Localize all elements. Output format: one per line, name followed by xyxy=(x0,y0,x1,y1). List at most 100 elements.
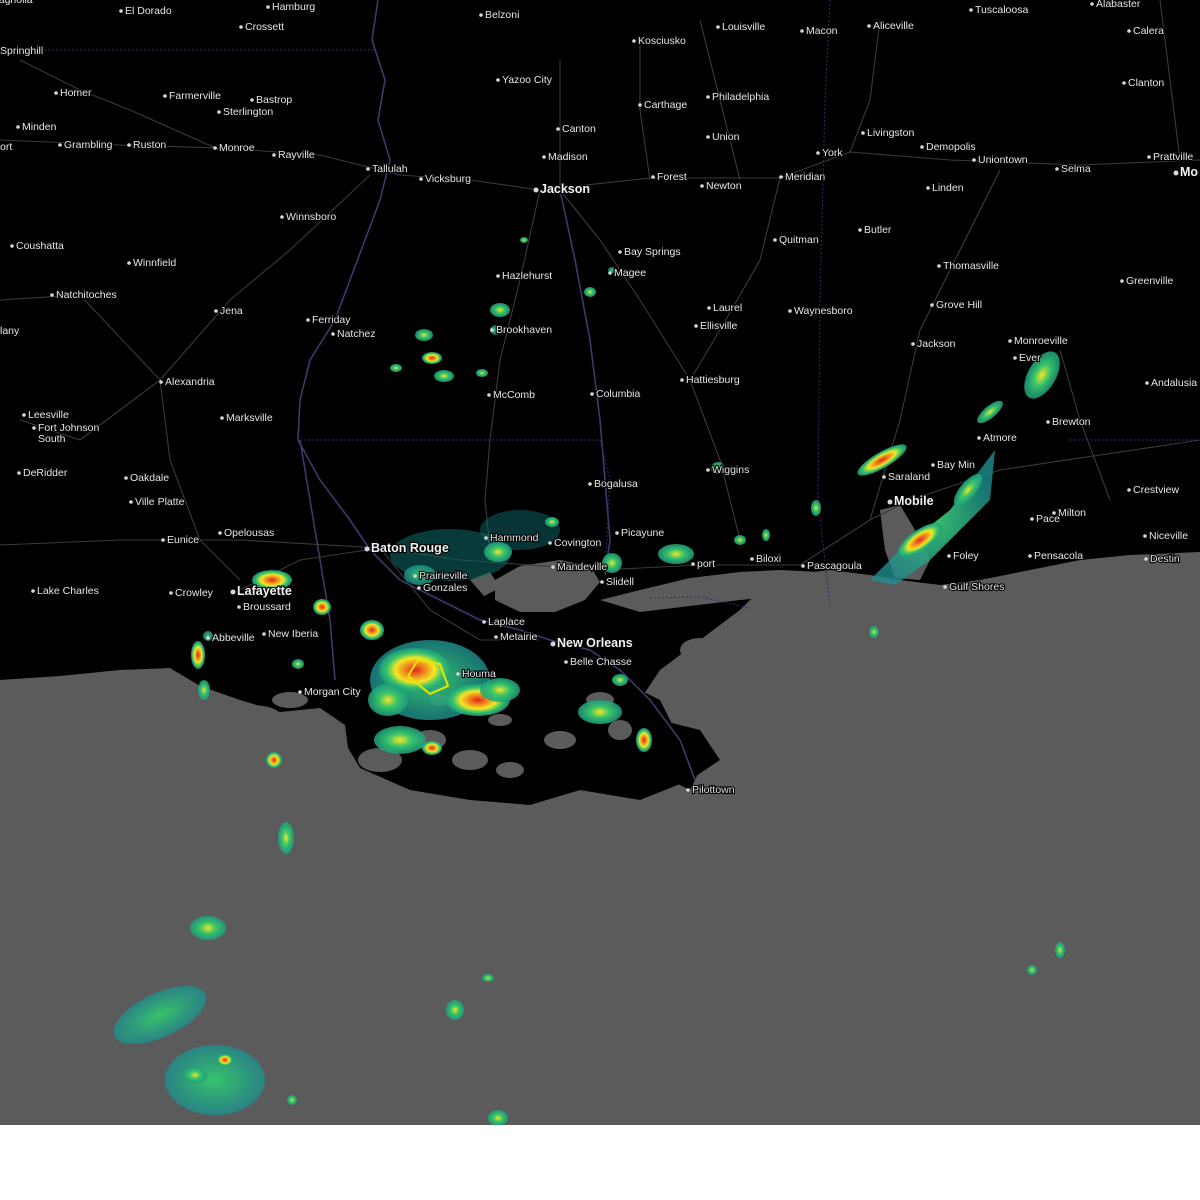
city-jackson-al: Jackson xyxy=(911,337,957,351)
city-label: Gulf Shores xyxy=(949,581,1004,593)
city-marker xyxy=(1173,170,1179,176)
city-label: Niceville xyxy=(1149,530,1188,542)
city-label: Pensacola xyxy=(1034,550,1083,562)
city-marker xyxy=(800,29,804,33)
city-label: Ruston xyxy=(133,139,166,151)
city-label: Foley xyxy=(953,550,979,562)
city-label: Forest xyxy=(657,171,687,183)
city-waynesboro: Waynesboro xyxy=(788,304,854,318)
city-marker xyxy=(943,585,947,589)
city-ellisville: Ellisville xyxy=(694,319,739,333)
city-brookhaven: Brookhaven xyxy=(490,323,553,337)
city-philadelphia: Philadelphia xyxy=(706,90,770,104)
city-label: Alexandria xyxy=(165,376,215,388)
city-marker xyxy=(490,328,494,332)
city-pensacola: Pensacola xyxy=(1028,549,1084,563)
city-marker xyxy=(163,94,167,98)
city-marker xyxy=(496,78,500,82)
city-marker xyxy=(632,39,636,43)
city-label: Slidell xyxy=(606,576,634,588)
city-tuscaloosa: Tuscaloosa xyxy=(969,3,1030,17)
city-label: Lake Charles xyxy=(37,585,99,597)
city-columbia: Columbia xyxy=(590,387,642,401)
city-label: Baton Rouge xyxy=(371,541,449,555)
city-marker xyxy=(217,110,221,114)
city-marker xyxy=(788,309,792,313)
city-label: Marksville xyxy=(226,412,273,424)
city-linden: Linden xyxy=(926,181,965,195)
city-label: Selma xyxy=(1061,163,1091,175)
city-marker xyxy=(1127,488,1131,492)
city-marker xyxy=(1145,381,1149,385)
city-clanton: Clanton xyxy=(1122,76,1165,90)
city-marker xyxy=(119,9,123,13)
city-bay-minette: Bay Min xyxy=(931,458,976,472)
city-alexandria: Alexandria xyxy=(159,375,216,389)
city-winnsboro: Winnsboro xyxy=(280,210,337,224)
city-marker xyxy=(32,426,36,430)
city-atmore: Atmore xyxy=(977,431,1018,445)
city-hazlehurst: Hazlehurst xyxy=(496,269,553,283)
city-livingston: Livingston xyxy=(861,126,916,140)
city-label: Eunice xyxy=(167,534,199,546)
city-monroe: Monroe xyxy=(213,141,256,155)
city-label: Homer xyxy=(60,87,92,99)
radar-map[interactable]: Magnolia El Dorado Hamburg Crossett Belzoni L… xyxy=(0,0,1200,1125)
city-crestview: Crestview xyxy=(1127,483,1181,497)
city-marker xyxy=(1028,554,1032,558)
city-label: Grambling xyxy=(64,139,113,151)
city-marker xyxy=(816,151,820,155)
city-label: Houma xyxy=(462,668,496,680)
city-metairie: Metairie xyxy=(494,630,539,644)
city-label: Bastrop xyxy=(256,94,292,106)
city-marker xyxy=(706,135,710,139)
city-farmerville: Farmerville xyxy=(163,89,222,103)
city-winnfield: Winnfield xyxy=(127,256,177,270)
city-label: Opelousas xyxy=(224,527,274,539)
city-label: Winnfield xyxy=(133,257,176,269)
city-label: Pilottown xyxy=(692,784,735,796)
city-label: Pace xyxy=(1036,513,1060,525)
city-marker xyxy=(1120,279,1124,283)
city-marker xyxy=(161,538,165,542)
city-marker xyxy=(931,463,935,467)
city-marker xyxy=(1013,356,1017,360)
city-houma: Houma xyxy=(456,667,497,681)
city-label: Ville Platte xyxy=(135,496,185,508)
city-label: South xyxy=(38,433,66,445)
city-marker xyxy=(947,554,951,558)
city-label: Picayune xyxy=(621,527,664,539)
city-label: Hazlehurst xyxy=(502,270,552,282)
city-label: Union xyxy=(712,131,740,143)
city-marker xyxy=(680,378,684,382)
city-meridian: Meridian xyxy=(779,170,827,184)
city-marker xyxy=(706,468,710,472)
city-label: Butler xyxy=(864,224,892,236)
city-label: Hattiesburg xyxy=(686,374,740,386)
city-marker xyxy=(17,471,21,475)
city-marker xyxy=(159,380,163,384)
city-label: Livingston xyxy=(867,127,914,139)
city-marker xyxy=(218,531,222,535)
city-marker xyxy=(858,228,862,232)
city-marker xyxy=(1147,155,1151,159)
city-label: Uniontown xyxy=(978,154,1028,166)
city-marker xyxy=(366,167,370,171)
city-saraland: Saraland xyxy=(882,470,931,484)
city-homer: Homer xyxy=(54,86,93,100)
city-marker xyxy=(1008,339,1012,343)
city-label: Prairieville xyxy=(419,570,468,582)
city-label: Louisville xyxy=(722,21,765,33)
city-oakdale: Oakdale xyxy=(124,471,170,485)
city-bay-springs: Bay Springs xyxy=(618,245,682,259)
city-marker xyxy=(801,564,805,568)
city-lafayette: Lafayette xyxy=(230,583,293,599)
city-prattville: Prattville xyxy=(1147,150,1195,164)
city-jackson: Jackson xyxy=(533,181,591,197)
city-label: Destin xyxy=(1150,553,1180,565)
city-opelousas: Opelousas xyxy=(218,526,275,540)
city-lake-charles: Lake Charles xyxy=(31,584,100,598)
city-marker xyxy=(564,660,568,664)
city-marksville: Marksville xyxy=(220,411,274,425)
city-magee: Magee xyxy=(608,266,647,280)
